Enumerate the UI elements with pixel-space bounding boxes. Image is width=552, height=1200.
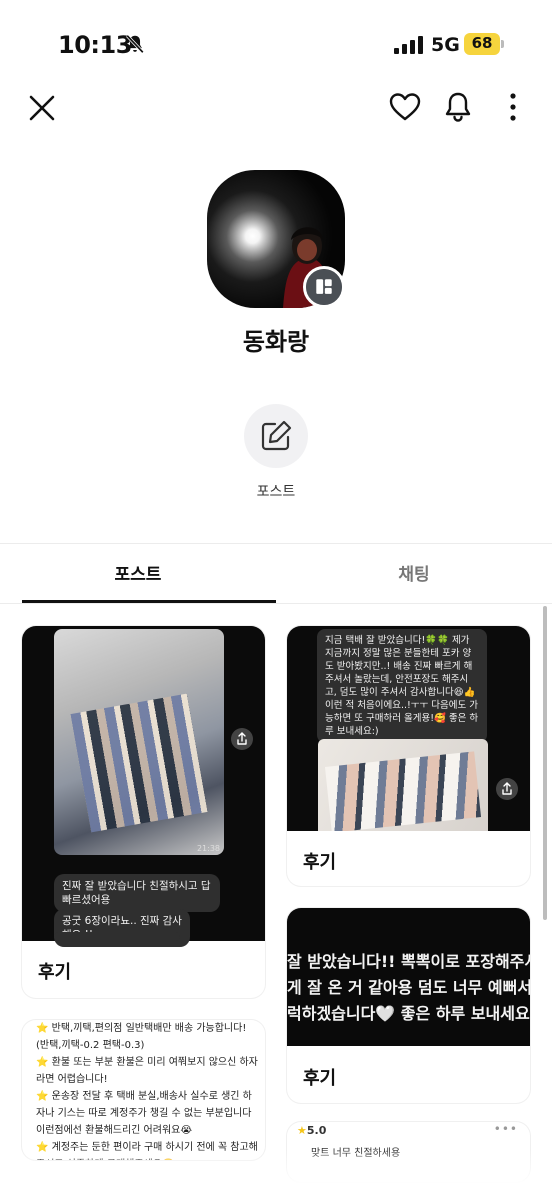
bell-icon[interactable]	[442, 90, 474, 124]
heart-icon[interactable]	[388, 90, 422, 124]
notice-text: ⭐ 반택,끼택,편의점 일반택배만 배송 가능합니다! (반택,끼택-0.2 편…	[36, 1020, 258, 1160]
chat-message: 지금 택배 잘 받았습니다!🍀🍀 제가 지금까지 정말 많은 분들한테 포카 양…	[317, 629, 487, 743]
share-icon[interactable]	[231, 728, 253, 750]
store-badge-icon	[303, 266, 345, 308]
bell-off-icon	[126, 34, 144, 54]
post-image: 지금 택배 잘 받았습니다!🍀🍀 제가 지금까지 정말 많은 분들한테 포카 양…	[287, 626, 530, 831]
close-icon[interactable]	[26, 92, 58, 124]
cards-photo	[318, 739, 488, 831]
notice-line: ⭐ 반택,끼택,편의점 일반택배만 배송 가능합니다!	[36, 1023, 247, 1034]
bottom-fade	[0, 1150, 552, 1200]
post-card[interactable]: ⭐ 반택,끼택,편의점 일반택배만 배송 가능합니다! (반택,끼택-0.2 편…	[22, 1020, 265, 1160]
post-card[interactable]: 지금 택배 잘 받았습니다!🍀🍀 제가 지금까지 정말 많은 분들한테 포카 양…	[287, 626, 530, 886]
post-image: 잘 받았습니다!! 뽁뽁이로 포장해주셔 게 잘 온 거 같아용 덤도 너무 예…	[287, 908, 530, 1046]
write-post-label: 포스트	[256, 484, 296, 500]
post-card[interactable]: 잘 받았습니다!! 뽁뽁이로 포장해주셔 게 잘 온 거 같아용 덤도 너무 예…	[287, 908, 530, 1103]
notice-line: ⭐ 환불 또는 부분 환불은 미리 여쭤보지 않으신 하자라면 어렵습니다!	[36, 1057, 258, 1085]
more-icon[interactable]: •••	[494, 1122, 518, 1136]
tab-chat[interactable]: 채팅	[276, 560, 552, 585]
edit-icon	[261, 420, 292, 451]
divider	[0, 543, 552, 544]
post-card[interactable]: 21:38 진짜 잘 받았습니다 친절하시고 답 빠르셨어용 공굿 6장이라뇨.…	[22, 626, 265, 998]
photo-timestamp: 21:38	[196, 844, 220, 853]
battery-level: 68	[471, 34, 493, 52]
chat-bubble: 공굿 6장이라뇨.. 진짜 감사해요 !!	[54, 909, 190, 947]
chat-bubble-partial	[54, 932, 180, 941]
star-icon: ★	[297, 1124, 307, 1137]
divider	[0, 603, 552, 604]
review-text-line: 게 잘 온 거 같아용 덤도 너무 예뻐서	[287, 978, 530, 997]
notice-line: (반택,끼택-0.2 편택-0.3)	[36, 1040, 145, 1051]
package-photo: 21:38	[54, 629, 224, 855]
chat-bubble: 진짜 잘 받았습니다 친절하시고 답 빠르셨어용	[54, 874, 220, 912]
tab-posts[interactable]: 포스트	[0, 560, 276, 585]
post-image: 21:38 진짜 잘 받았습니다 친절하시고 답 빠르셨어용 공굿 6장이라뇨.…	[22, 626, 265, 947]
profile-name: 동화랑	[242, 328, 310, 356]
more-icon[interactable]	[500, 90, 526, 124]
battery-icon: 68	[464, 33, 504, 55]
share-icon[interactable]	[496, 778, 518, 800]
rating-value: 5.0	[306, 1124, 327, 1137]
scrollbar[interactable]	[543, 606, 547, 920]
post-title: 후기	[303, 1068, 337, 1089]
review-text-line: 럭하겠습니다🤍 좋은 하루 보내세요	[287, 1004, 530, 1023]
status-time: 10:13	[58, 31, 132, 59]
post-title: 후기	[303, 852, 337, 873]
status-bar: 10:13 5G 68	[0, 0, 552, 86]
network-type: 5G	[431, 34, 460, 56]
signal-icon	[394, 36, 423, 54]
rating: ★5.0	[297, 1124, 326, 1137]
review-text-line: 잘 받았습니다!! 뽁뽁이로 포장해주셔	[287, 952, 530, 971]
write-post-button[interactable]	[244, 404, 308, 468]
notice-line: ⭐ 운송장 전달 후 택배 분실,배송사 실수로 생긴 하자나 기스는 따로 계…	[36, 1091, 252, 1136]
post-title: 후기	[38, 962, 72, 983]
